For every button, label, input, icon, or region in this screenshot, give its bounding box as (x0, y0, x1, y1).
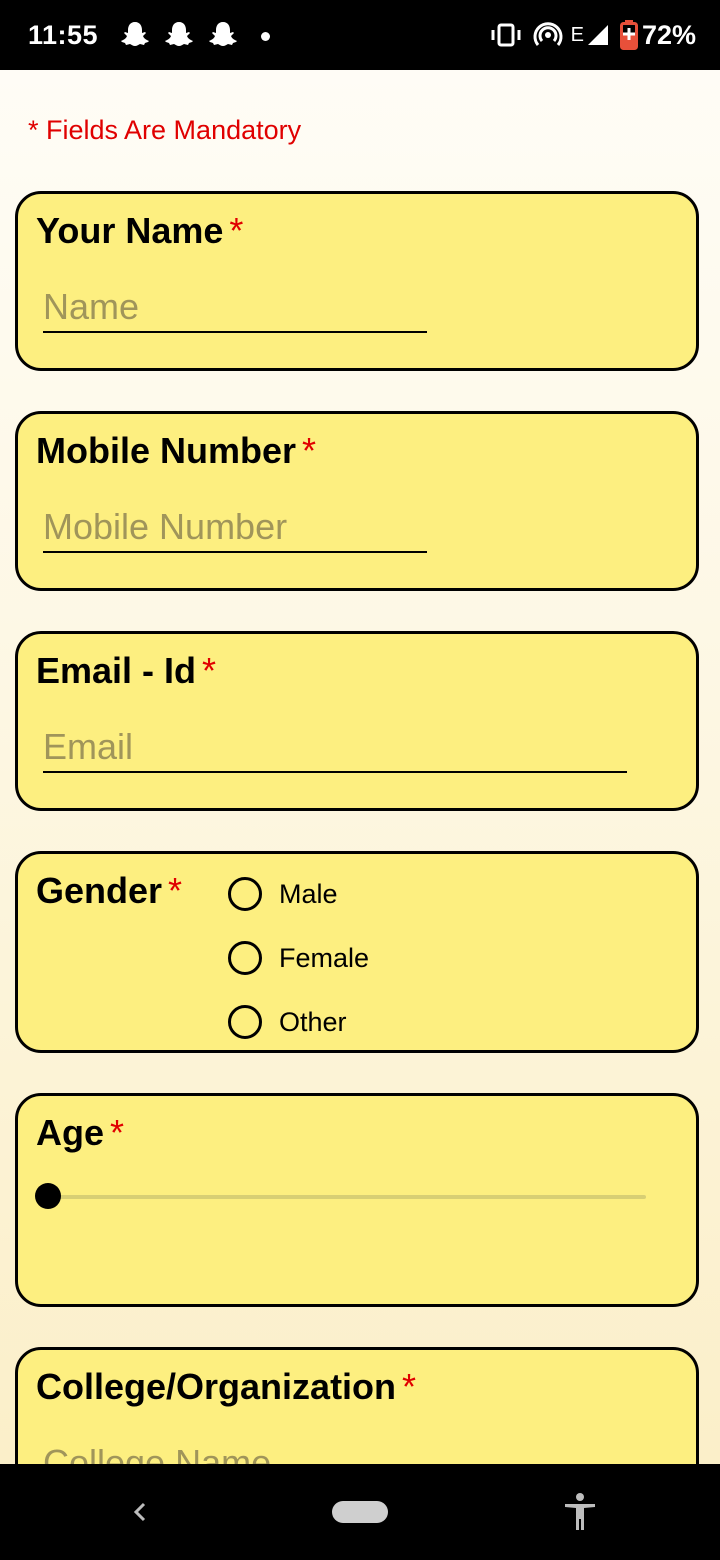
email-label: Email - Id * (36, 650, 216, 692)
required-marker: * (168, 870, 183, 911)
mobile-label: Mobile Number * (36, 430, 316, 472)
required-marker: * (402, 1366, 417, 1407)
snapchat-icon (121, 22, 149, 46)
email-input[interactable] (43, 723, 627, 773)
hotspot-icon (533, 22, 563, 46)
battery-level: 72% (641, 19, 696, 50)
network-type: E (570, 23, 584, 46)
gender-label-text: Gender (36, 870, 163, 911)
name-card: Your Name * (15, 191, 699, 371)
gender-option-male[interactable]: Male (228, 872, 338, 916)
radio-button[interactable] (228, 877, 262, 911)
dot-icon (261, 32, 270, 41)
required-marker: * (110, 1112, 125, 1153)
gender-option-other[interactable]: Other (228, 1000, 347, 1044)
battery-saver-icon (619, 20, 638, 50)
age-slider-track[interactable] (46, 1195, 646, 1199)
required-marker: * (229, 210, 244, 251)
radio-button[interactable] (228, 941, 262, 975)
signal-icon (587, 25, 608, 45)
radio-label: Female (279, 942, 370, 973)
accessibility-icon[interactable] (562, 1492, 598, 1532)
college-label: College/Organization * (36, 1366, 416, 1408)
status-time: 11:55 (28, 19, 99, 50)
college-label-text: College/Organization (36, 1366, 397, 1407)
gender-label: Gender * (36, 870, 182, 912)
mobile-card: Mobile Number * (15, 411, 699, 591)
required-marker: * (302, 430, 317, 471)
mandatory-note: * Fields Are Mandatory (28, 115, 302, 145)
age-slider-thumb[interactable] (35, 1183, 61, 1209)
mobile-label-text: Mobile Number (36, 430, 297, 471)
radio-button[interactable] (228, 1005, 262, 1039)
home-pill-icon[interactable] (332, 1501, 388, 1523)
snapchat-icon (209, 22, 237, 46)
age-label-text: Age (36, 1112, 105, 1153)
vibrate-icon (491, 23, 521, 47)
name-label: Your Name * (36, 210, 243, 252)
gender-card: Gender * Male Female Other (15, 851, 699, 1053)
radio-label: Other (279, 1006, 347, 1037)
snapchat-icon (165, 22, 193, 46)
required-marker: * (202, 650, 217, 691)
status-right-group: E 72% (479, 0, 696, 70)
navigation-bar (0, 1464, 720, 1560)
radio-label: Male (279, 878, 338, 909)
name-label-text: Your Name (36, 210, 224, 251)
age-card: Age * (15, 1093, 699, 1307)
status-bar: 11:55 E 72% (0, 0, 720, 70)
name-input[interactable] (43, 283, 427, 333)
age-label: Age * (36, 1112, 124, 1154)
email-card: Email - Id * (15, 631, 699, 811)
email-label-text: Email - Id (36, 650, 197, 691)
back-icon[interactable] (126, 1492, 154, 1532)
mobile-number-input[interactable] (43, 503, 427, 553)
gender-option-female[interactable]: Female (228, 936, 369, 980)
